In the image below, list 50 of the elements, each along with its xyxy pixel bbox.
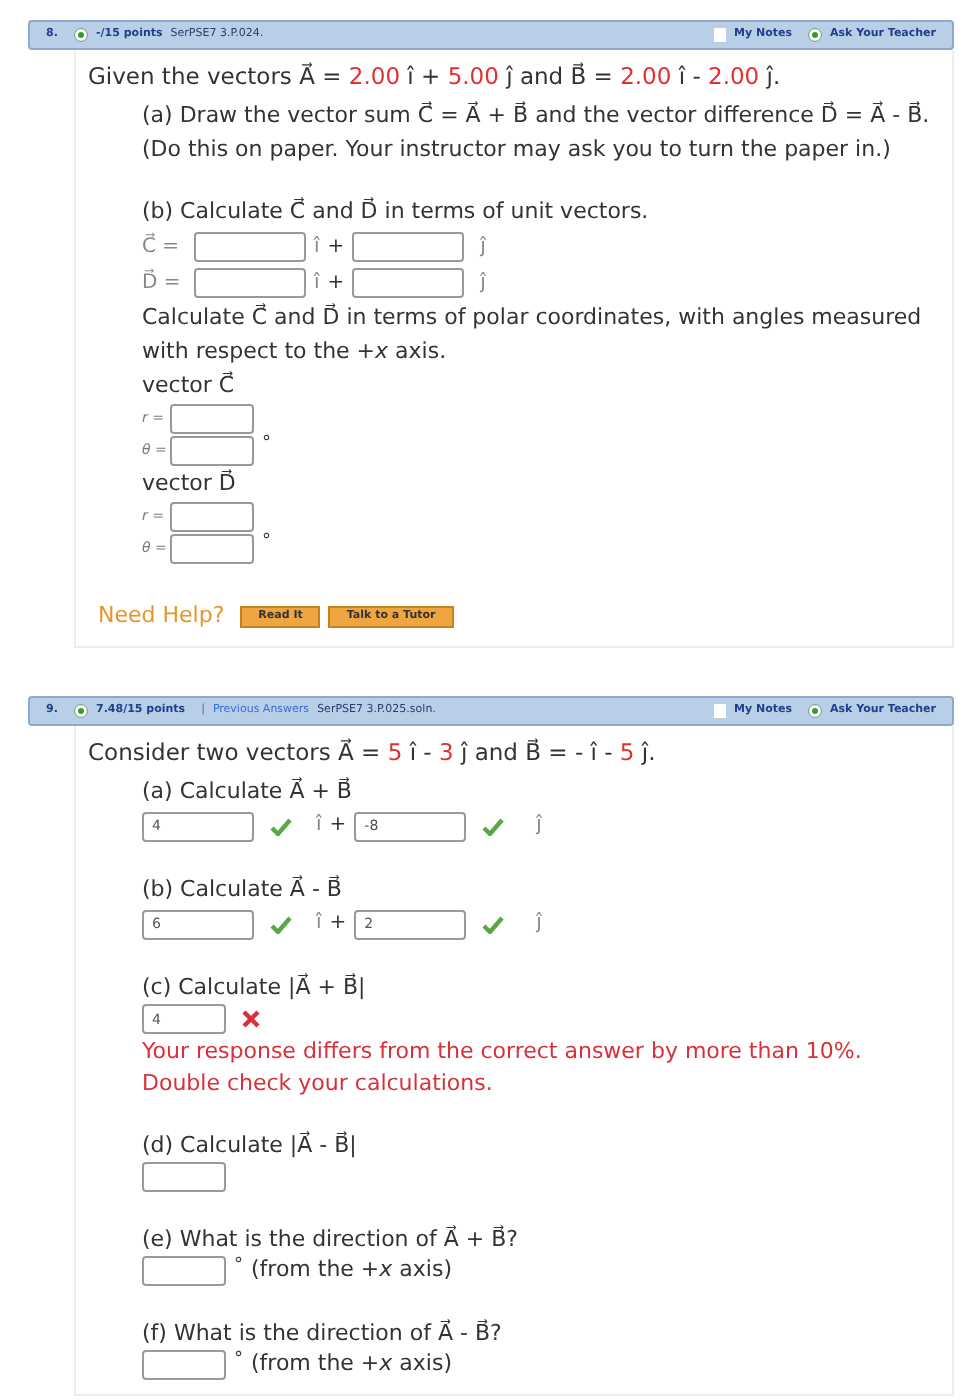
unit-vector-label: î: [316, 912, 322, 936]
question-text: (b) Calculate A⃗ - B⃗: [142, 873, 344, 905]
note-icon: [714, 703, 727, 717]
note-icon: [714, 28, 727, 42]
answer-field[interactable]: [142, 1256, 226, 1286]
question-text: (f) What is the direction of A⃗ - B⃗?: [142, 1317, 504, 1349]
question-text: (c) Calculate |A⃗ + B⃗|: [142, 971, 368, 1003]
unit-vector-label: î: [314, 235, 320, 259]
unit-vector-label: ĵ: [480, 271, 486, 295]
unit-vector-label: î: [316, 814, 322, 838]
question-text: vector C⃗: [142, 369, 237, 402]
degree-sign: °: [262, 434, 271, 454]
question-text: (a) Draw the vector sum C⃗ = A⃗ + B⃗ and the vector difference D⃗ = A⃗ - B⃗.: [142, 99, 932, 132]
unit-vector-label: ĵ: [536, 912, 542, 936]
question-text: Calculate C⃗ and D⃗ in terms of polar coordinates, with angles measured with respect to the +x axis.: [142, 301, 924, 368]
unit-label: (from the +x axis): [251, 1348, 452, 1381]
unit-vector-label: ĵ: [480, 235, 486, 259]
feedback-message: Your response differs from the correct answer by more than 10%.: [142, 1035, 864, 1067]
plus-sign: +: [329, 814, 347, 838]
plus-sign: +: [327, 235, 345, 259]
plus-sign: +: [329, 912, 347, 936]
answer-field[interactable]: [170, 403, 254, 433]
answer-field[interactable]: [194, 268, 306, 298]
plus-sign: +: [327, 271, 345, 295]
question-text: vector D⃗: [142, 467, 238, 500]
answer-field[interactable]: [142, 1162, 226, 1192]
question-text: (e) What is the direction of A⃗ + B⃗?: [142, 1223, 520, 1255]
unit-vector-label: î: [314, 271, 320, 295]
question-text: (Do this on paper. Your instructor may ask you to turn the paper in.): [142, 134, 893, 166]
answer-field[interactable]: [352, 268, 465, 298]
degree-sign: °: [234, 1255, 243, 1275]
answer-field[interactable]: [352, 232, 465, 262]
answer-field[interactable]: [142, 1350, 226, 1380]
degree-sign: °: [234, 1349, 243, 1369]
vector-label: D⃗ =: [142, 271, 183, 295]
unit-vector-label: ĵ: [536, 814, 542, 838]
vector-label: C⃗ =: [142, 235, 182, 259]
answer-field[interactable]: [194, 232, 306, 262]
question-text: (b) Calculate C⃗ and D⃗ in terms of unit vectors.: [142, 195, 651, 228]
help-label: Need Help?: [98, 600, 225, 632]
question-text: (a) Calculate A⃗ + B⃗: [142, 775, 354, 807]
feedback-message: Double check your calculations.: [142, 1067, 495, 1099]
answer-field[interactable]: [170, 435, 254, 465]
question-text: Given the vectors A⃗ = 2.00 î + 5.00 ĵ and B⃗ = 2.00 î - 2.00 ĵ.: [88, 60, 783, 94]
question-text: Consider two vectors A⃗ = 5 î - 3 ĵ and B⃗ = - î - 5 ĵ.: [88, 735, 658, 769]
answer-field[interactable]: [170, 533, 254, 563]
question-text: (d) Calculate |A⃗ - B⃗|: [142, 1129, 359, 1161]
unit-label: (from the +x axis): [251, 1254, 452, 1287]
degree-sign: °: [262, 532, 271, 552]
answer-field[interactable]: [170, 501, 254, 531]
